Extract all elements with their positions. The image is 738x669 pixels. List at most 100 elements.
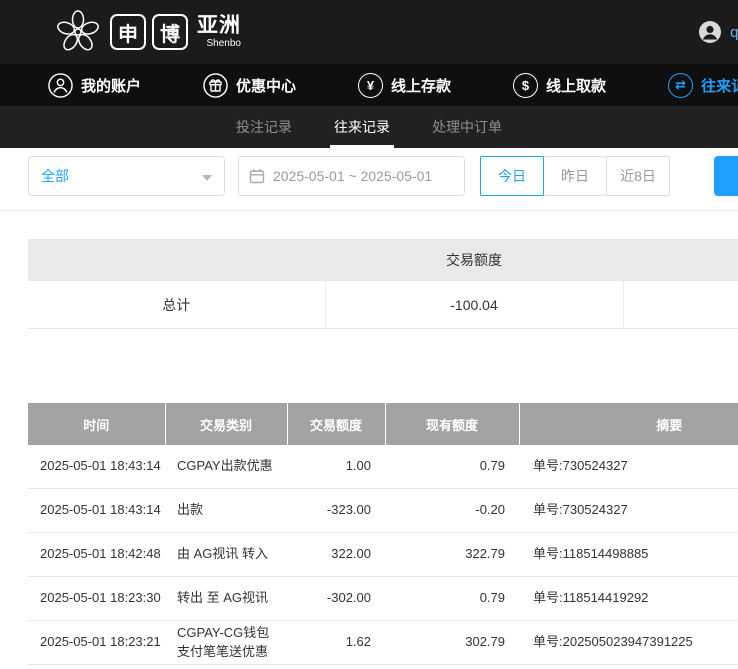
nav-item-records[interactable]: ⇄ 往来记录 [668,73,738,98]
table-cell: 322.00 [287,533,385,577]
tab-transaction-records[interactable]: 往来记录 [330,106,394,148]
date-range-value: 2025-05-01 ~ 2025-05-01 [273,168,432,184]
table-cell: -302.00 [287,577,385,621]
table-cell: 2025-05-01 18:42:48 [28,533,165,577]
table-cell: 270.00 [287,665,385,669]
table-cell: 单号:118514419292 [519,577,738,621]
table-cell: CGPAY-CG钱包支付笔笔送优惠 [165,621,287,665]
table-cell: 1.00 [287,445,385,489]
summary-total-row: 总计 -100.04 [28,281,738,329]
table-cell: 单号:202505023947391225 [519,621,738,665]
tab-processing-orders[interactable]: 处理中订单 [428,106,506,148]
records-icon: ⇄ [668,73,693,98]
nav-label: 我的账户 [81,75,141,96]
summary-table: 交易额度 总计 -100.04 [28,239,738,329]
category-select[interactable]: 全部 [28,156,225,196]
user-avatar-icon [698,20,722,44]
table-cell: 单号:730524327 [519,445,738,489]
top-header: 申 博 亚洲 Shenbo qhhw [0,0,738,64]
summary-empty-cell [623,281,738,329]
col-header-time: 时间 [28,403,165,445]
nav-item-withdraw[interactable]: $ 线上取款 [513,73,606,98]
category-selected-value: 全部 [41,166,69,186]
table-cell: 2025-05-01 18:23:21 [28,665,165,669]
date-range-input[interactable]: 2025-05-01 ~ 2025-05-01 [238,156,465,196]
table-row: 2025-05-01 18:23:21CGPAY支付270.00301.17单号… [28,665,738,669]
main-navigation: 我的账户 优惠中心 ¥ 线上存款 $ 线上 [0,64,738,106]
brand-logo[interactable]: 申 博 亚洲 Shenbo [55,9,241,55]
table-cell: 单号:202505023947391225 [519,665,738,669]
record-tabs: 投注记录 往来记录 处理中订单 [0,106,738,148]
summary-section: 交易额度 总计 -100.04 [28,239,738,329]
brand-characters: 申 博 [110,14,188,50]
summary-header-row: 交易额度 [28,239,738,281]
user-account[interactable]: qhhw [698,0,738,64]
today-button[interactable]: 今日 [480,156,544,196]
table-row: 2025-05-01 18:23:30转出 至 AG视讯-302.000.79单… [28,577,738,621]
records-glyph: ⇄ [675,77,686,93]
transactions-section: 时间 交易类别 交易额度 现有额度 摘要 2025-05-01 18:43:14… [28,403,738,669]
summary-total-value: -100.04 [325,281,623,329]
table-cell: 0.79 [385,445,519,489]
withdraw-glyph: $ [522,78,529,93]
table-row: 2025-05-01 18:42:48由 AG视讯 转入322.00322.79… [28,533,738,577]
col-header-balance: 现有额度 [385,403,519,445]
tab-label: 投注记录 [236,117,292,137]
nav-item-deposit[interactable]: ¥ 线上存款 [358,73,451,98]
summary-header-empty [28,239,325,281]
table-row: 2025-05-01 18:23:21CGPAY-CG钱包支付笔笔送优惠1.62… [28,621,738,665]
table-cell: 1.62 [287,621,385,665]
nav-item-my-account[interactable]: 我的账户 [48,73,141,98]
summary-header-amount: 交易额度 [325,239,623,281]
table-cell: 0.79 [385,577,519,621]
quick-date-buttons: 今日 昨日 近8日 [481,156,670,196]
nav-item-promotions[interactable]: 优惠中心 [203,73,296,98]
search-button[interactable] [714,156,738,196]
calendar-icon [249,168,265,184]
account-icon [48,73,73,98]
table-cell: 出款 [165,489,287,533]
table-cell: 2025-05-01 18:23:30 [28,577,165,621]
nav-label: 线上取款 [546,75,606,96]
filter-bar: 全部 2025-05-01 ~ 2025-05-01 今日 昨日 近8日 [0,148,738,211]
nav-label: 优惠中心 [236,75,296,96]
yesterday-button[interactable]: 昨日 [543,156,607,196]
table-cell: 322.79 [385,533,519,577]
table-cell: -323.00 [287,489,385,533]
tab-betting-records[interactable]: 投注记录 [232,106,296,148]
table-cell: 由 AG视讯 转入 [165,533,287,577]
table-row: 2025-05-01 18:43:14CGPAY出款优惠1.000.79单号:7… [28,445,738,489]
table-cell: -0.20 [385,489,519,533]
summary-header-empty [623,239,738,281]
transactions-header-row: 时间 交易类别 交易额度 现有额度 摘要 [28,403,738,445]
table-row: 2025-05-01 18:43:14出款-323.00-0.20单号:7305… [28,489,738,533]
table-cell: 2025-05-01 18:23:21 [28,621,165,665]
table-cell: CGPAY出款优惠 [165,445,287,489]
table-cell: 302.79 [385,621,519,665]
summary-total-label: 总计 [28,281,325,329]
nav-label: 线上存款 [391,75,451,96]
username-text: qhhw [730,24,738,41]
table-cell: 转出 至 AG视讯 [165,577,287,621]
last-8-days-button[interactable]: 近8日 [606,156,670,196]
transactions-tbody: 2025-05-01 18:43:14CGPAY出款优惠1.000.79单号:7… [28,445,738,669]
transactions-table: 时间 交易类别 交易额度 现有额度 摘要 2025-05-01 18:43:14… [28,403,738,669]
page: 申 博 亚洲 Shenbo qhhw [0,0,738,669]
col-header-amount: 交易额度 [287,403,385,445]
tab-label: 处理中订单 [432,117,502,137]
col-header-type: 交易类别 [165,403,287,445]
table-cell: 2025-05-01 18:43:14 [28,489,165,533]
table-cell: 2025-05-01 18:43:14 [28,445,165,489]
brand-char-1: 申 [110,14,146,50]
promo-icon [203,73,228,98]
deposit-icon: ¥ [358,73,383,98]
table-cell: 单号:118514498885 [519,533,738,577]
brand-name-en: Shenbo [207,39,241,49]
flower-logo-icon [55,9,101,55]
withdraw-icon: $ [513,73,538,98]
nav-label: 往来记录 [701,75,738,96]
col-header-summary: 摘要 [519,403,738,445]
tab-label: 往来记录 [334,117,390,137]
table-cell: 301.17 [385,665,519,669]
chevron-down-icon [202,175,212,181]
